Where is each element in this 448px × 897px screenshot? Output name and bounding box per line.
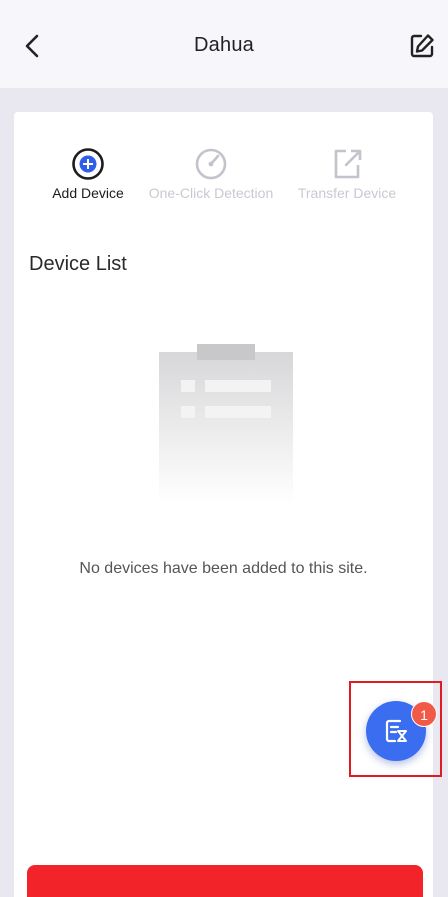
site-card: Add Device One-Click Detection Transfer …: [14, 112, 433, 897]
bottom-primary-button[interactable]: [27, 865, 423, 897]
one-click-detection-label: One-Click Detection: [148, 185, 274, 201]
empty-list-illustration: [159, 344, 293, 504]
empty-list-message: No devices have been added to this site.: [79, 560, 368, 577]
top-bar: Dahua: [0, 0, 448, 88]
task-list-icon: [385, 719, 407, 743]
action-bar: Add Device One-Click Detection Transfer …: [14, 146, 433, 216]
edit-icon: [410, 34, 434, 58]
transfer-device-button[interactable]: Transfer Device: [272, 146, 422, 201]
transfer-icon: [334, 149, 362, 179]
gauge-icon: [195, 148, 227, 180]
page-title: Dahua: [194, 34, 254, 56]
add-circle-icon: [72, 148, 104, 180]
edit-button[interactable]: [406, 30, 438, 62]
notification-badge: 1: [411, 701, 437, 727]
device-management-screen: Dahua Add Device One-Click Detection Tra…: [0, 0, 448, 897]
transfer-device-label: Transfer Device: [297, 185, 397, 201]
device-list-heading: Device List: [29, 253, 127, 275]
one-click-detection-button[interactable]: One-Click Detection: [136, 146, 286, 201]
